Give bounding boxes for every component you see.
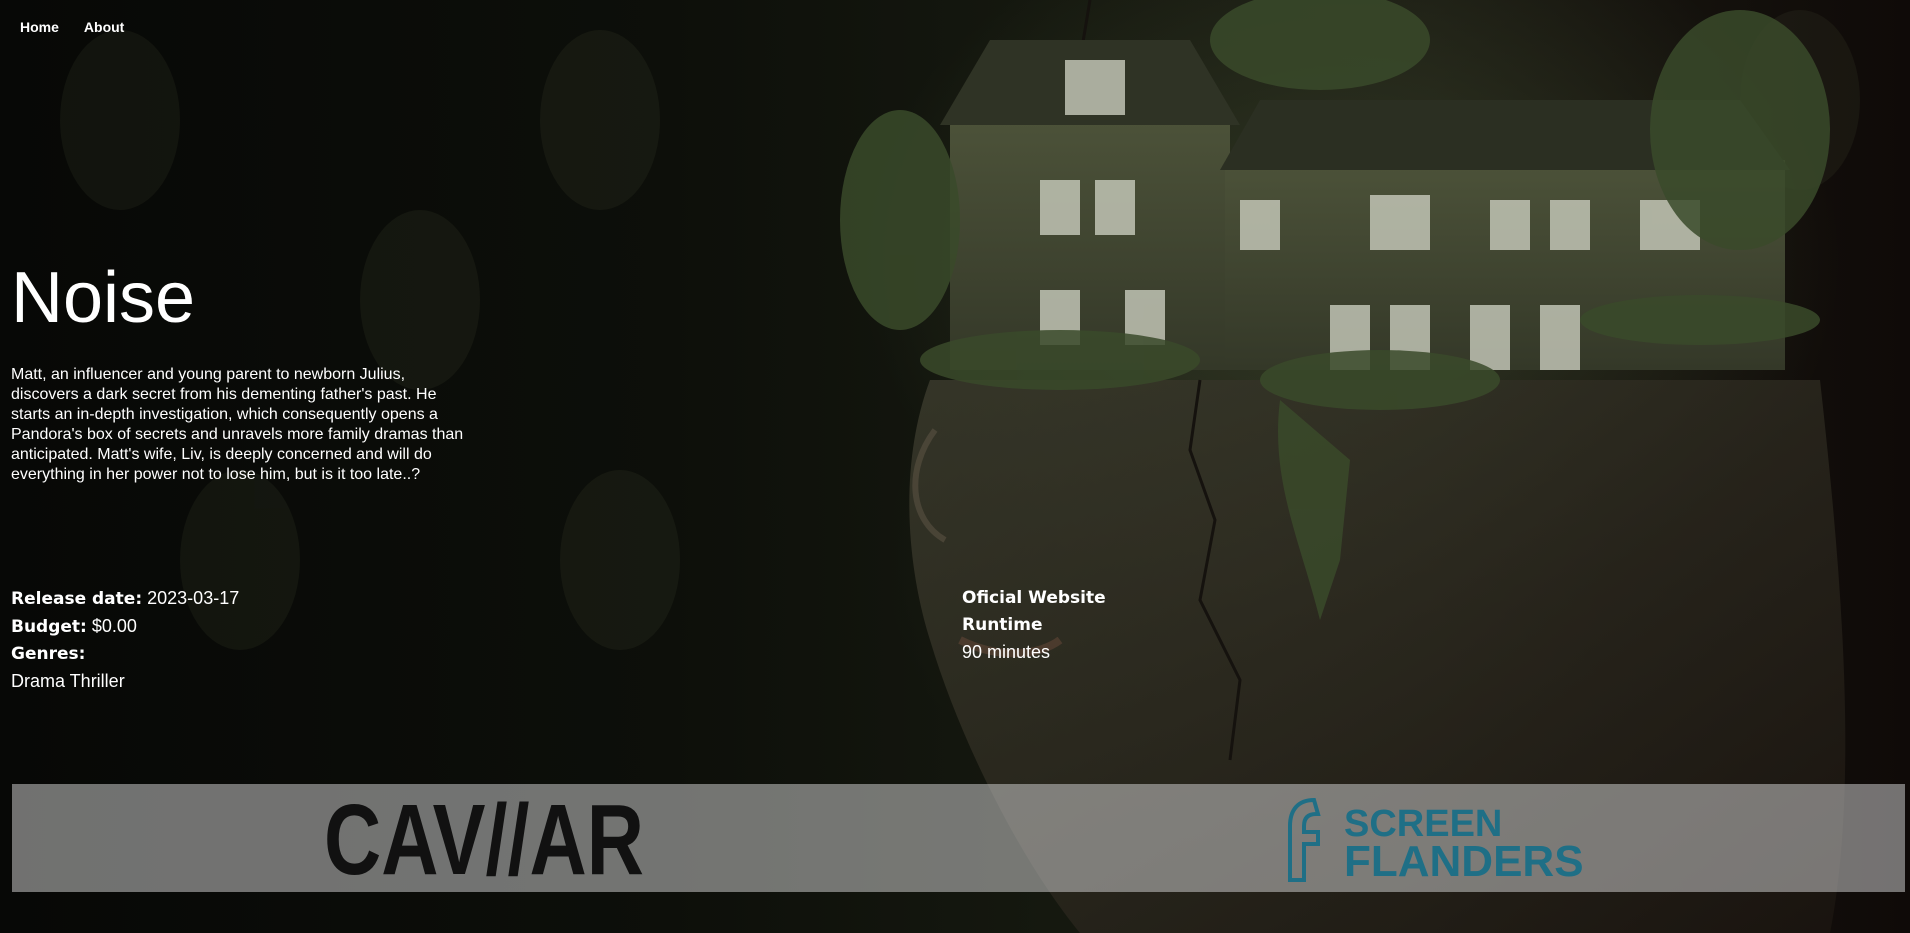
- genres-label: Genres:: [11, 644, 86, 664]
- budget-label: Budget:: [11, 617, 87, 637]
- genres-value: Drama Thriller: [11, 671, 125, 691]
- movie-page: Home About Noise Matt, an influencer and…: [0, 0, 1910, 933]
- release-date-value: 2023-03-17: [147, 588, 240, 608]
- screen-flanders-text-2: FLANDERS: [1344, 837, 1584, 882]
- nav-home-link[interactable]: Home: [20, 19, 59, 35]
- screen-flanders-logo: SCREEN FLANDERS: [1288, 797, 1584, 882]
- caviar-logo: CAV//AR: [324, 796, 644, 880]
- runtime-value: 90 minutes: [962, 642, 1051, 662]
- caviar-logo-text: CAV//AR: [324, 796, 644, 880]
- movie-overview: Matt, an influencer and young parent to …: [11, 366, 464, 483]
- top-nav: Home About: [20, 19, 124, 35]
- movie-info-right: Oficial Website Runtime 90 minutes: [962, 585, 1106, 666]
- budget-row: Budget: $0.00: [11, 613, 239, 641]
- movie-title: Noise: [11, 258, 196, 338]
- official-website-link[interactable]: Oficial Website: [962, 585, 1106, 612]
- release-date-label: Release date:: [11, 589, 143, 609]
- release-date-row: Release date: 2023-03-17: [11, 585, 239, 613]
- production-companies: CAV//AR SCREEN FLANDERS: [12, 784, 1905, 892]
- runtime-label: Runtime: [962, 615, 1043, 635]
- movie-info-left: Release date: 2023-03-17 Budget: $0.00 G…: [11, 585, 239, 695]
- nav-about-link[interactable]: About: [84, 19, 124, 35]
- budget-value: $0.00: [91, 616, 137, 636]
